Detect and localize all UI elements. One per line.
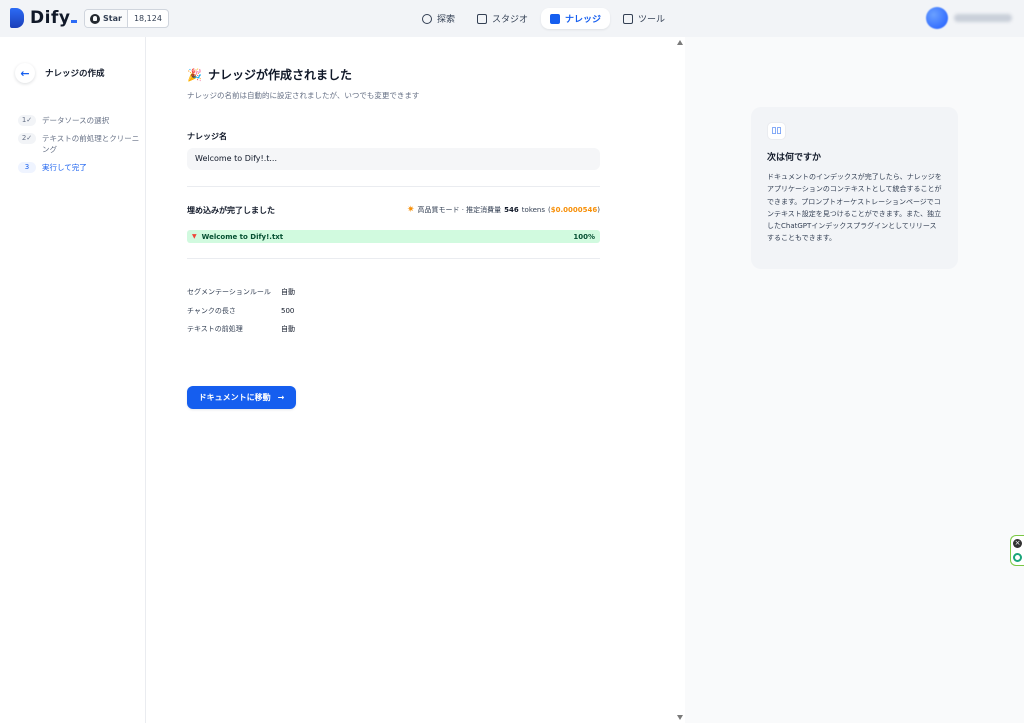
studio-icon <box>477 13 488 24</box>
next-steps-title: 次は何ですか <box>767 153 822 163</box>
step-2-label: テキストの前処理とクリーニング <box>42 134 140 154</box>
info-row: チャンクの長さ 500 <box>187 302 295 321</box>
nav-studio[interactable]: スタジオ <box>468 8 537 29</box>
create-knowledge-sidebar: ← ナレッジの作成 1✓ データソースの選択 2✓ テキストの前処理とクリーニン… <box>0 37 146 723</box>
info-key: セグメンテーションルール <box>187 288 271 297</box>
nav-tools[interactable]: ツール <box>614 8 674 29</box>
mode-text: 高品質モード · 推定消費量 <box>417 206 502 214</box>
github-icon <box>90 13 100 24</box>
floating-widget[interactable]: × <box>1010 535 1024 566</box>
main-nav: 探索 スタジオ ナレッジ ツール <box>413 8 674 29</box>
info-value: 自動 <box>281 325 295 334</box>
nav-knowledge[interactable]: ナレッジ <box>541 8 611 29</box>
next-steps-card: ▯▯ 次は何ですか ドキュメントのインデックスが完了したら、ナレッジをアプリケー… <box>751 107 958 269</box>
progress-file-name: Welcome to Dify!.txt <box>201 232 284 241</box>
tool-icon <box>623 13 634 24</box>
arrow-right-icon: → <box>277 393 285 402</box>
back-row: ← ナレッジの作成 <box>15 63 105 83</box>
processing-summary: セグメンテーションルール 自動 チャンクの長さ 500 テキストの前処理 自動 <box>187 283 295 339</box>
nav-studio-label: スタジオ <box>492 15 529 25</box>
step-1-label: データソースの選択 <box>42 116 110 125</box>
cost-display: ($0.0000546) <box>548 206 600 214</box>
step-list: 1✓ データソースの選択 2✓ テキストの前処理とクリーニング 3 実行して完了 <box>18 115 140 180</box>
info-key: チャンクの長さ <box>187 306 236 315</box>
go-to-document-button[interactable]: ドキュメントに移動 → <box>187 386 296 409</box>
back-arrow-icon[interactable]: ← <box>15 63 35 83</box>
book-icon <box>550 13 561 24</box>
nav-knowledge-label: ナレッジ <box>565 15 602 25</box>
github-star-button[interactable]: Star <box>85 10 128 27</box>
scroll-up-arrow-icon[interactable] <box>677 40 683 45</box>
scrollbar[interactable] <box>675 37 685 723</box>
account-menu[interactable] <box>926 7 1012 29</box>
step-1-badge: 1✓ <box>18 115 36 126</box>
avatar[interactable] <box>926 7 948 29</box>
progress-percent: 100% <box>573 232 595 241</box>
book-open-icon: ▯▯ <box>767 122 786 140</box>
info-row: セグメンテーションルール 自動 <box>187 283 295 302</box>
embedding-status-title: 埋め込みが完了しました <box>187 206 275 215</box>
step-3-badge: 3 <box>18 162 36 173</box>
file-type-icon: ▼ <box>192 233 197 240</box>
dify-logo[interactable]: Dify <box>10 8 78 28</box>
account-name-blurred <box>954 14 1012 22</box>
party-popper-icon: 🎉 <box>187 67 202 82</box>
top-header: Dify Star 18,124 探索 スタジオ ナレッジ ツール <box>0 0 1024 37</box>
info-key: テキストの前処理 <box>187 325 243 334</box>
circle-icon[interactable] <box>1013 553 1022 562</box>
github-star-label: Star <box>103 14 122 23</box>
tokens-unit: tokens <box>521 206 546 214</box>
page-title-text: ナレッジが作成されました <box>207 68 352 82</box>
page-title: 🎉 ナレッジが作成されました <box>187 66 352 83</box>
nav-explore-label: 探索 <box>437 15 456 25</box>
sun-icon: ✷ <box>406 205 415 215</box>
dify-logo-mark <box>10 8 24 28</box>
next-steps-body: ドキュメントのインデックスが完了したら、ナレッジをアプリケーションのコンテキスト… <box>767 173 942 243</box>
page-subtitle: ナレッジの名前は自動的に設定されましたが、いつでも変更できます <box>187 91 420 100</box>
sidebar-title: ナレッジの作成 <box>45 69 105 79</box>
info-value: 自動 <box>281 288 295 297</box>
nav-explore[interactable]: 探索 <box>413 8 464 29</box>
info-value: 500 <box>281 306 295 315</box>
logo-text: Dify <box>30 8 78 28</box>
knowledge-name-input[interactable]: Welcome to Dify!.t... <box>187 148 600 170</box>
divider <box>187 186 600 187</box>
step-item-preprocess: 2✓ テキストの前処理とクリーニング <box>18 133 140 155</box>
step-item-execute: 3 実行して完了 <box>18 162 140 173</box>
knowledge-name-label: ナレッジ名 <box>187 132 227 141</box>
step-3-label: 実行して完了 <box>42 163 87 172</box>
close-icon[interactable]: × <box>1013 539 1022 548</box>
go-to-document-label: ドキュメントに移動 <box>198 393 271 402</box>
indexing-mode-info: ✷ 高品質モード · 推定消費量 546 tokens ($0.0000546) <box>407 205 600 215</box>
main-content: 🎉 ナレッジが作成されました ナレッジの名前は自動的に設定されましたが、いつでも… <box>146 37 685 723</box>
file-progress-bar: ▼ Welcome to Dify!.txt 100% <box>187 230 600 243</box>
step-item-data-source: 1✓ データソースの選択 <box>18 115 140 126</box>
info-row: テキストの前処理 自動 <box>187 320 295 339</box>
right-panel: ▯▯ 次は何ですか ドキュメントのインデックスが完了したら、ナレッジをアプリケー… <box>685 37 1024 723</box>
github-star-badge[interactable]: Star 18,124 <box>84 9 169 28</box>
divider <box>187 258 600 259</box>
step-2-badge: 2✓ <box>18 133 36 144</box>
token-count: 546 <box>504 206 519 214</box>
github-star-count[interactable]: 18,124 <box>128 10 168 27</box>
cost-value: $0.0000546 <box>550 206 598 214</box>
compass-icon <box>422 13 432 24</box>
nav-tools-label: ツール <box>638 15 666 25</box>
scroll-down-arrow-icon[interactable] <box>677 715 683 720</box>
